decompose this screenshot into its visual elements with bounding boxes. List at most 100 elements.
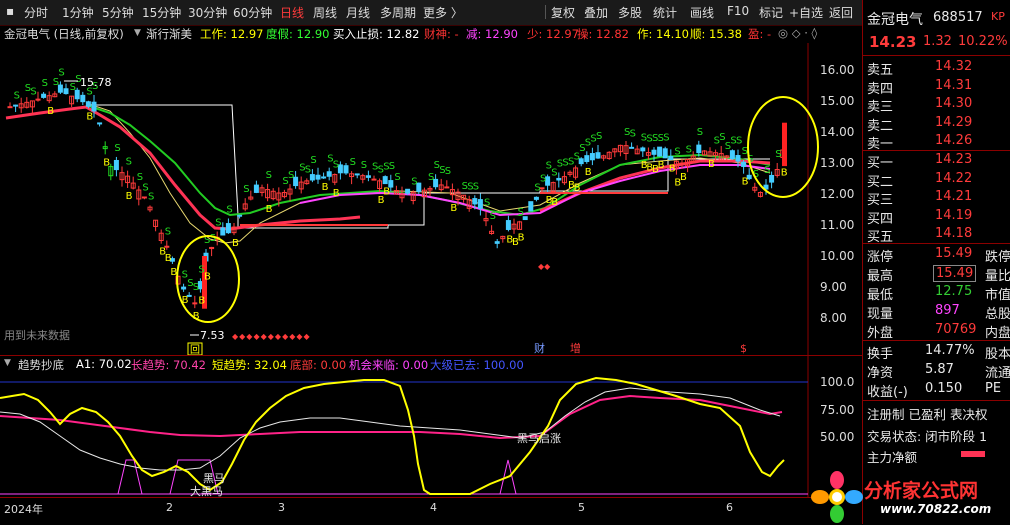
price-axis-label: 13.00	[820, 156, 854, 170]
f10-button[interactable]: F10	[727, 4, 749, 18]
candle-body	[326, 171, 332, 177]
month-label: 5	[578, 501, 585, 514]
tab-60min[interactable]: 60分钟	[233, 4, 272, 21]
buy-signal-mark: B	[518, 233, 525, 244]
toolbar-square-icon[interactable]: ▪	[6, 4, 14, 18]
sell-signal-mark: S	[490, 211, 496, 222]
candle-body	[181, 286, 187, 290]
candle-body	[237, 214, 243, 217]
sell-signal-mark: S	[215, 217, 221, 228]
candle-body	[668, 155, 674, 161]
panel-regs: 注册制 已盈利 表决权	[867, 407, 988, 422]
draw-line-button[interactable]: 画线	[690, 4, 714, 21]
candle-body	[113, 159, 119, 171]
month-label: 6	[726, 501, 733, 514]
event-finance[interactable]: 财	[534, 341, 545, 355]
multi-stock-button[interactable]: 多股	[618, 4, 642, 21]
price-axis-label: 9.00	[820, 280, 847, 294]
panel-pct: 10.22%	[958, 34, 1008, 49]
mark-button[interactable]: 标记	[759, 4, 783, 21]
tab-fenshi[interactable]: 分时	[24, 4, 48, 21]
tab-weekly[interactable]: 周线	[313, 4, 337, 21]
tab-monthly[interactable]: 月线	[346, 4, 370, 21]
sell-signal-mark: S	[736, 136, 742, 147]
main-kline-chart[interactable]: SS SSBSSSSSBSBSSBSSSBSBB SBS SBSBSBSSSBSSBS…	[0, 43, 862, 355]
watermark-url: www.70822.com	[880, 502, 992, 516]
high-price-label: 15.78	[80, 76, 112, 89]
stat-extra-label: 内盘	[985, 326, 1010, 341]
price-axis-label: 15.00	[820, 94, 854, 108]
fuquan-button[interactable]: 复权	[551, 4, 575, 21]
indicator-name[interactable]: 渐行渐美	[146, 26, 192, 42]
bid-level-label: 买四	[867, 211, 894, 227]
stats-button[interactable]: 统计	[653, 4, 677, 21]
sell-signal-mark: S	[411, 176, 417, 187]
stat-value: 5.87	[925, 362, 954, 377]
ask-level-price[interactable]: 14.31	[935, 78, 972, 93]
sub-axis-label: 50.00	[820, 430, 854, 444]
sell-signal-mark: S	[361, 160, 367, 171]
dropdown-icon[interactable]: ▼	[134, 28, 141, 38]
add-watchlist-button[interactable]: +自选	[789, 4, 823, 21]
bid-level-price[interactable]: 14.23	[935, 152, 972, 167]
stat-value: 12.75	[935, 284, 973, 299]
price-axis-label: 10.00	[820, 249, 854, 263]
stock-title: 金冠电气 (日线,前复权)	[4, 27, 124, 41]
buy-signal-mark: B	[204, 272, 211, 283]
overlay-button[interactable]: 叠加	[584, 4, 608, 21]
box-label: 回	[190, 344, 200, 355]
ask-level-price[interactable]: 14.30	[935, 96, 972, 111]
watermark-text: 分析家公式网	[864, 480, 979, 502]
ask-level-price[interactable]: 14.32	[935, 59, 972, 74]
candle-body	[315, 174, 321, 180]
panel-stock-code: 688517	[933, 10, 983, 25]
bid-level-price[interactable]: 14.19	[935, 208, 972, 223]
candle-body	[192, 302, 198, 305]
ask-level-price[interactable]: 14.26	[935, 133, 972, 148]
quote-panel: 金冠电气 688517 KP 14.23 1.32 10.22% 卖五 14.32…	[862, 0, 1010, 524]
tab-more[interactable]: 更多 〉	[423, 4, 463, 21]
stat-value: 14.77%	[925, 343, 975, 358]
buy-signal-mark: B	[103, 157, 110, 168]
ask-level-price[interactable]: 14.29	[935, 115, 972, 130]
back-button[interactable]: 返回	[829, 4, 853, 21]
stat-extra-label: 流通	[985, 366, 1010, 381]
event-dividend[interactable]: $	[740, 342, 747, 355]
tab-multi-period[interactable]: 多周期	[380, 4, 416, 21]
sell-signal-mark: S	[288, 170, 294, 181]
bid-level-price[interactable]: 14.22	[935, 171, 972, 186]
sell-signal-mark: S	[697, 127, 703, 138]
candle-body	[472, 198, 478, 205]
candle-body	[662, 148, 668, 159]
future-data-note: 用到未来数据	[4, 328, 70, 342]
sell-signal-mark: S	[126, 157, 132, 168]
buy-signal-mark: B	[126, 191, 133, 202]
sub-axis-label: 75.00	[820, 403, 854, 417]
candle-body	[769, 174, 775, 183]
net-flow-bar	[961, 451, 985, 457]
sell-signal-mark: S	[350, 157, 356, 168]
tab-daily[interactable]: 日线	[280, 4, 304, 21]
tab-1min[interactable]: 1分钟	[62, 4, 94, 21]
candle-body	[556, 177, 562, 181]
tab-5min[interactable]: 5分钟	[102, 4, 134, 21]
bid-level-price[interactable]: 14.18	[935, 226, 972, 241]
candle-body	[220, 227, 226, 236]
tab-30min[interactable]: 30分钟	[188, 4, 227, 21]
sell-signal-mark: S	[148, 191, 154, 202]
stat-extra-label: 量比	[985, 269, 1010, 284]
less-value: 少: 12.97	[527, 27, 579, 41]
event-increase[interactable]: 增	[570, 341, 581, 355]
panel-price: 14.23	[869, 33, 917, 51]
stat-value: 0.150	[925, 381, 963, 396]
sell-signal-mark: S	[137, 172, 143, 183]
work-value: 工作: 12.97	[200, 27, 264, 41]
candle-body	[97, 122, 103, 125]
sell-signal-mark: S	[389, 161, 395, 172]
trend-bottom-indicator-chart[interactable]: 黑马启涨 黑马 大黑马 100.0 75.00 50.00	[0, 356, 862, 502]
tab-15min[interactable]: 15分钟	[142, 4, 181, 21]
buy-signal-mark: B	[574, 183, 581, 194]
sell-signal-mark: S	[53, 77, 59, 88]
stat-label: 收益(-)	[867, 385, 908, 400]
bid-level-price[interactable]: 14.21	[935, 189, 972, 204]
